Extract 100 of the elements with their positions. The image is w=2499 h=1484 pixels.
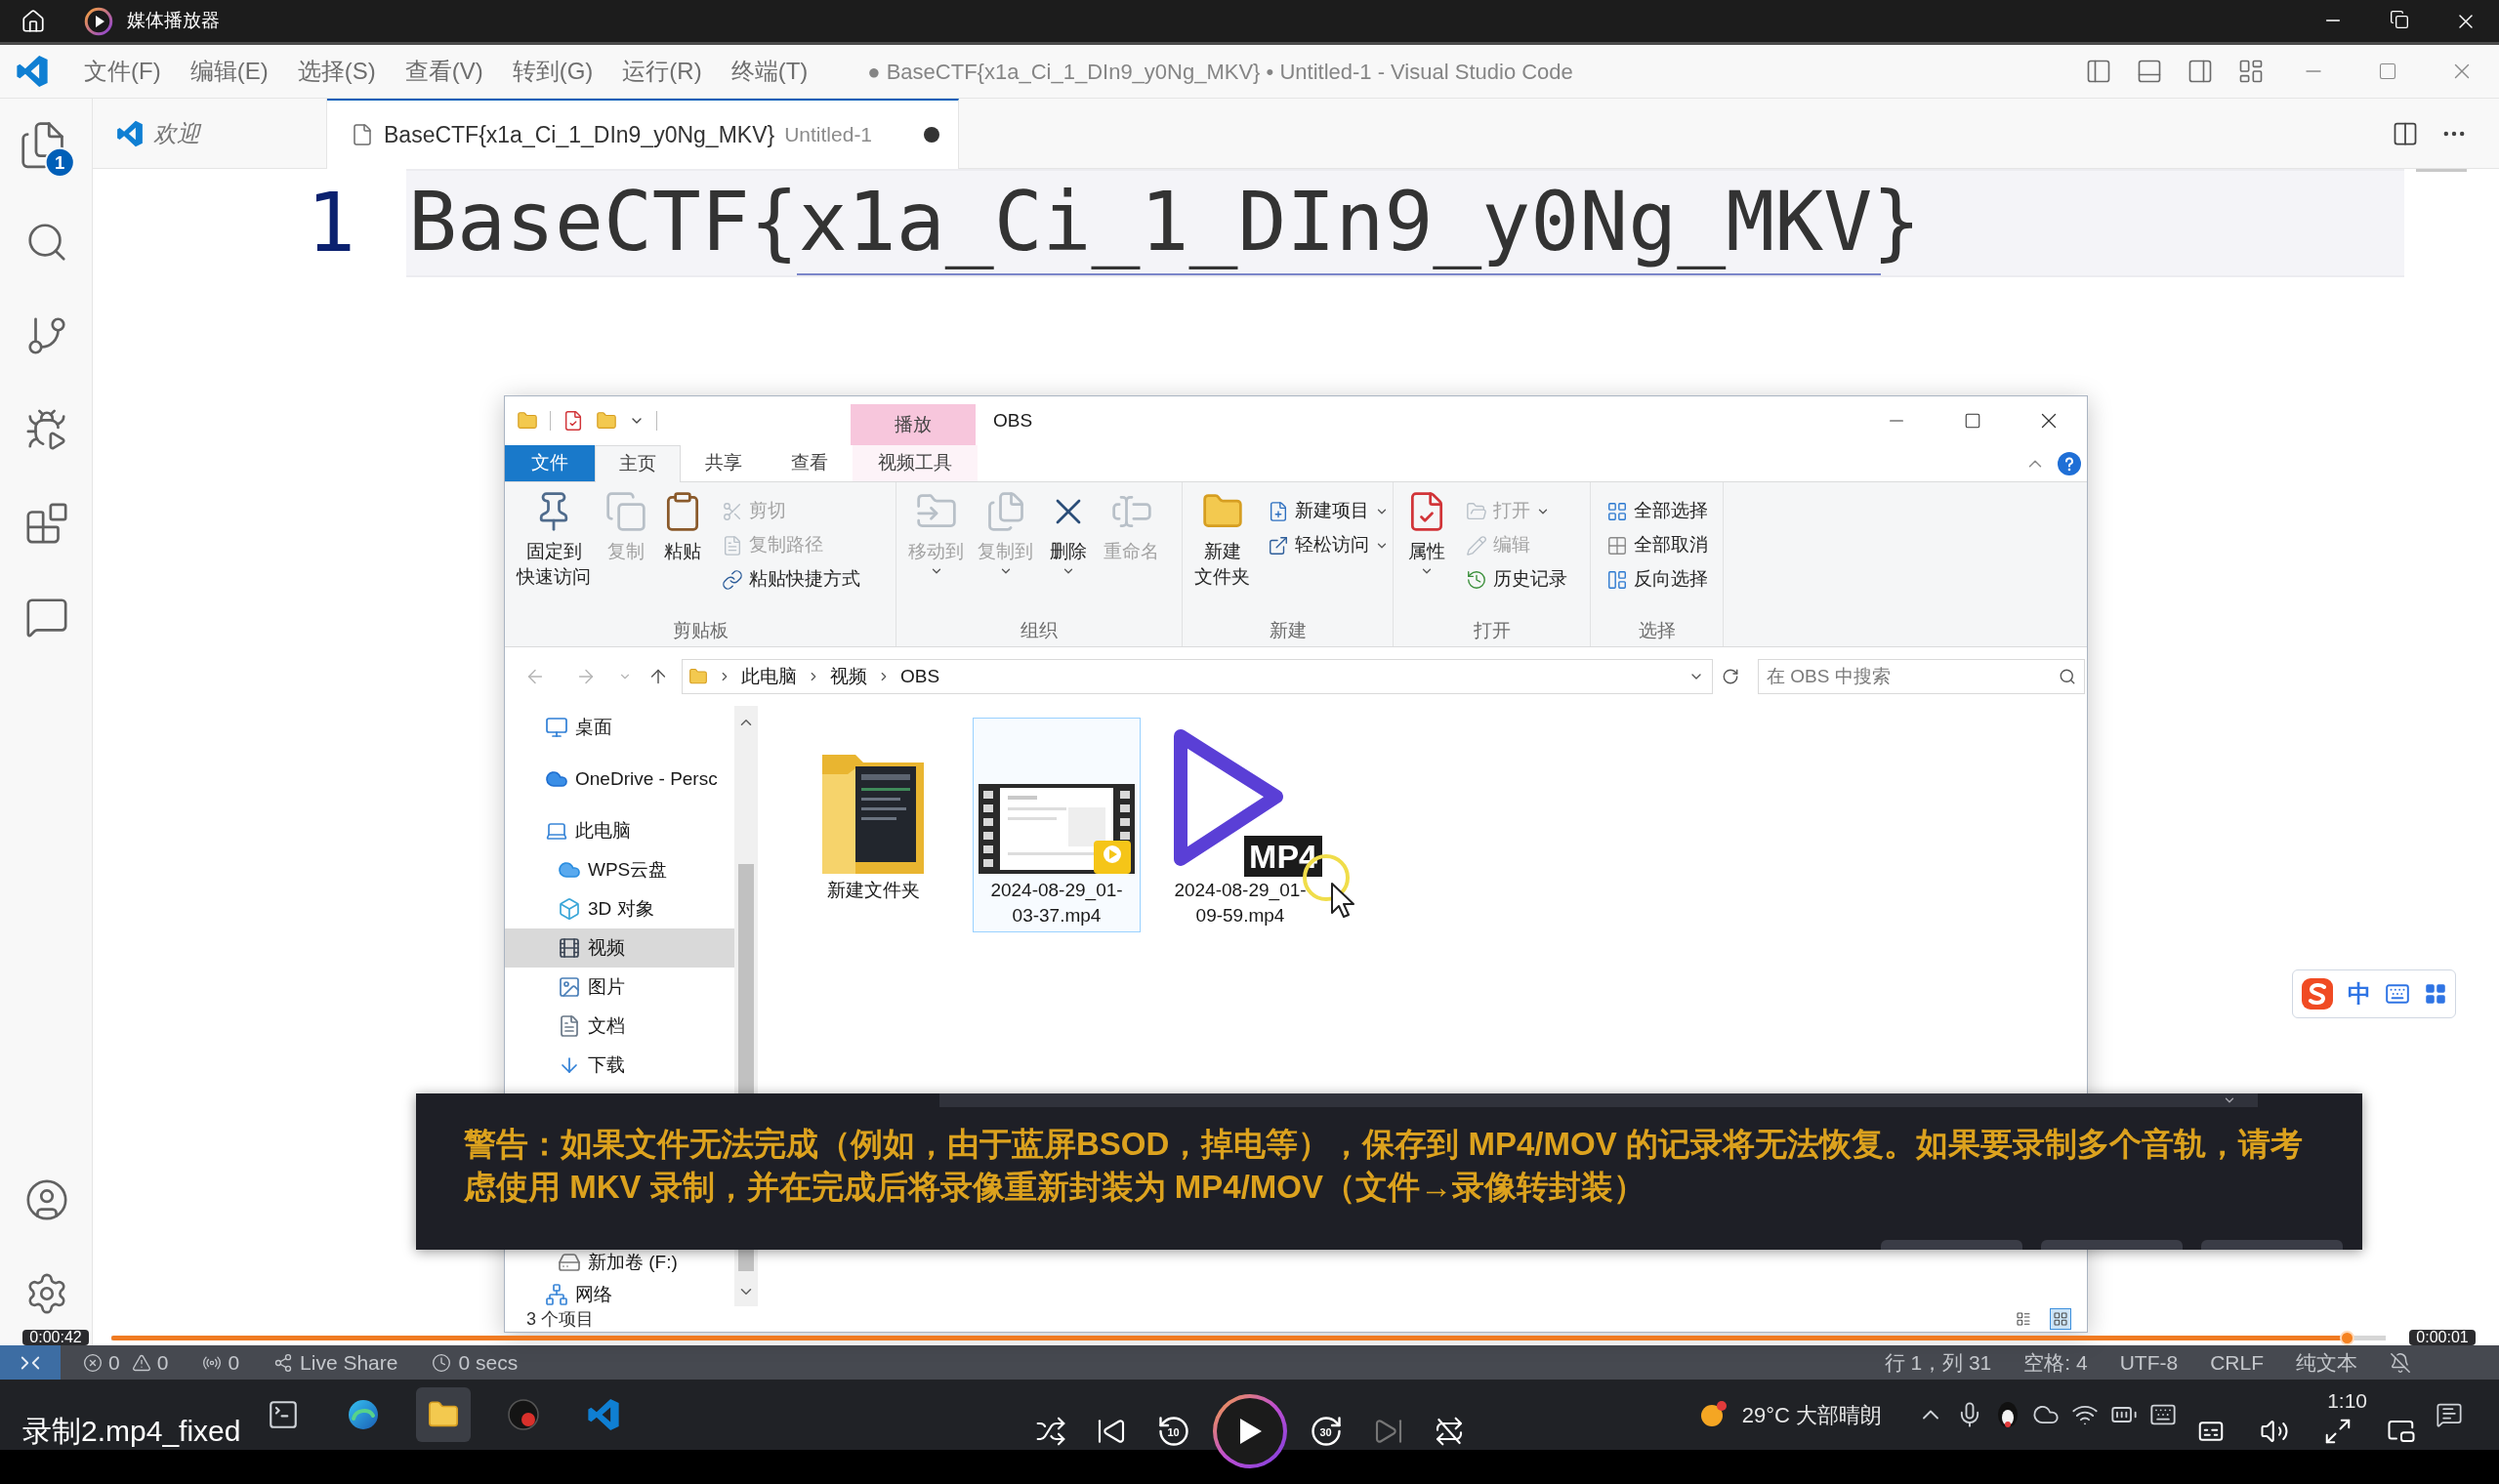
maximize-icon[interactable] bbox=[2378, 62, 2397, 81]
editor-tab[interactable]: BaseCTF{x1a_Ci_1_DIn9_y0Ng_MKV} Untitled-1 bbox=[327, 99, 959, 169]
blocks-icon[interactable] bbox=[23, 501, 69, 546]
code-text: BaseCTF{x1a_Ci_1_DIn9_y0Ng_MKV} bbox=[407, 174, 1922, 271]
ribbon-group-label: 组织 bbox=[1020, 619, 1058, 642]
nav-item[interactable]: 3D 对象 bbox=[505, 889, 734, 928]
restore-icon[interactable] bbox=[2390, 9, 2409, 29]
breadcrumb[interactable]: 视频 bbox=[830, 662, 867, 691]
ribbon-button[interactable]: 粘贴 bbox=[655, 482, 710, 564]
rewind-button[interactable]: 10 bbox=[1155, 1414, 1191, 1449]
nav-item[interactable]: 文档 bbox=[505, 1007, 734, 1046]
menu-item[interactable]: 选择(S) bbox=[282, 54, 391, 89]
nav-item[interactable]: 图片 bbox=[505, 968, 734, 1007]
menu-item[interactable]: 查看(V) bbox=[390, 54, 498, 89]
refresh-icon[interactable] bbox=[1722, 668, 1739, 685]
fast-forward-button[interactable]: 30 bbox=[1308, 1414, 1344, 1449]
document-icon bbox=[558, 1014, 581, 1038]
ribbon-button[interactable]: 属性 bbox=[1399, 482, 1454, 578]
menu-item[interactable]: 编辑(E) bbox=[175, 54, 283, 89]
live-share-status[interactable]: Live Share bbox=[273, 1346, 398, 1379]
bell-off-icon[interactable] bbox=[2390, 1351, 2411, 1374]
ribbon-button[interactable]: 固定到 快速访问 bbox=[511, 482, 597, 590]
grid-icon[interactable] bbox=[2424, 982, 2447, 1006]
notification-count: 1 bbox=[54, 152, 64, 174]
file-tab[interactable]: 文件 bbox=[505, 445, 595, 481]
status-item[interactable]: CRLF bbox=[2210, 1346, 2264, 1379]
document-icon bbox=[722, 534, 743, 556]
maximize-icon[interactable] bbox=[1964, 412, 1981, 430]
ribbon-button[interactable]: 新建 文件夹 bbox=[1188, 482, 1256, 590]
ribbon-button[interactable]: 粘贴快捷方式 bbox=[718, 562, 864, 597]
menu-item[interactable]: 转到(G) bbox=[497, 54, 608, 89]
help-icon[interactable] bbox=[2058, 451, 2081, 475]
notification-icon[interactable] bbox=[2436, 1401, 2463, 1428]
panel-right-icon[interactable] bbox=[2187, 58, 2214, 85]
ribbon-tab[interactable]: 视频工具 bbox=[853, 445, 978, 481]
large-icons-view-icon[interactable] bbox=[2050, 1308, 2071, 1330]
monitor-icon bbox=[545, 716, 568, 739]
ribbon-button[interactable]: 新建项目 bbox=[1264, 494, 1393, 528]
folder-icon[interactable] bbox=[416, 1387, 471, 1442]
ribbon-button[interactable]: 轻松访问 bbox=[1264, 528, 1393, 562]
ribbon-button[interactable]: 删除 bbox=[1041, 482, 1096, 578]
ribbon-button[interactable]: 全部选择 bbox=[1603, 494, 1712, 528]
ribbon-tab[interactable]: 共享 bbox=[681, 445, 767, 481]
address-bar[interactable]: 此电脑 视频 OBS bbox=[682, 659, 1713, 694]
nav-item[interactable]: 桌面 bbox=[505, 708, 734, 747]
remaining-time: 0:00:01 bbox=[2409, 1330, 2476, 1345]
ribbon-tab[interactable]: 主页 bbox=[595, 445, 681, 482]
file-item[interactable]: 2024-08-29_01-03-37.mp4 bbox=[973, 718, 1141, 932]
ribbon-button[interactable]: 历史记录 bbox=[1462, 562, 1571, 597]
file-check-icon[interactable] bbox=[562, 410, 584, 432]
external-link-icon bbox=[1268, 534, 1289, 556]
ribbon-button[interactable]: 反向选择 bbox=[1603, 562, 1712, 597]
breadcrumb[interactable]: OBS bbox=[900, 662, 940, 691]
menu-item[interactable]: 终端(T) bbox=[716, 54, 823, 89]
nav-item[interactable]: 视频 bbox=[505, 928, 734, 968]
ports-status[interactable]: 0 bbox=[202, 1346, 240, 1379]
problems-status[interactable]: 0 0 bbox=[83, 1346, 169, 1379]
status-item[interactable]: 行 1，列 31 bbox=[1884, 1346, 1992, 1379]
panel-bottom-icon[interactable] bbox=[2136, 58, 2163, 85]
nav-item[interactable]: 网络 bbox=[505, 1283, 734, 1306]
shuffle-icon[interactable] bbox=[1034, 1416, 1066, 1447]
app-title: 媒体播放器 bbox=[127, 9, 220, 33]
dropdown-field[interactable] bbox=[939, 1093, 2258, 1107]
status-item[interactable]: UTF-8 bbox=[2119, 1346, 2179, 1379]
weather-text[interactable]: 29°C 大部晴朗 bbox=[1741, 1398, 1883, 1431]
menu-item[interactable]: 运行(R) bbox=[607, 54, 717, 89]
layout-icon[interactable] bbox=[2237, 58, 2265, 85]
breadcrumb[interactable]: 此电脑 bbox=[741, 662, 797, 691]
ribbon-button[interactable]: 全部取消 bbox=[1603, 528, 1712, 562]
editor-logo-icon bbox=[116, 119, 144, 147]
file-item[interactable]: MP4 2024-08-29_01-09-59.mp4 bbox=[1156, 718, 1324, 932]
nav-item[interactable]: WPS云盘 bbox=[505, 850, 734, 889]
menu-item[interactable]: 文件(F) bbox=[69, 54, 176, 89]
ribbon-group-label: 选择 bbox=[1638, 619, 1676, 642]
panel-left-icon[interactable] bbox=[2085, 58, 2112, 85]
scissors-icon bbox=[722, 500, 743, 522]
remote-indicator[interactable] bbox=[0, 1345, 61, 1380]
fullscreen-icon[interactable] bbox=[2323, 1417, 2353, 1446]
share-icon bbox=[273, 1352, 294, 1373]
network-icon bbox=[545, 1283, 568, 1306]
item-count: 3 个项目 bbox=[526, 1308, 594, 1330]
search-field[interactable]: 在 OBS 中搜索 bbox=[1758, 659, 2085, 694]
ime-mode[interactable]: 中 bbox=[2348, 976, 2371, 1011]
elapsed-time: 0:00:42 bbox=[22, 1330, 89, 1345]
home-icon[interactable] bbox=[21, 8, 46, 34]
file-item[interactable]: 新建文件夹 bbox=[789, 718, 957, 932]
nav-item[interactable]: 新加卷 (F:) bbox=[505, 1251, 734, 1274]
nav-item[interactable]: 此电脑 bbox=[505, 811, 734, 850]
nav-item[interactable]: OneDrive - Persc bbox=[505, 760, 734, 799]
panel-grid-icon bbox=[1606, 568, 1628, 591]
clock-time[interactable]: 1:10 bbox=[2327, 1390, 2367, 1412]
timer-status[interactable]: 0 secs bbox=[432, 1346, 519, 1379]
ime-logo-icon[interactable] bbox=[2301, 977, 2334, 1010]
editor-tab[interactable]: 欢迎 bbox=[93, 99, 327, 169]
status-item[interactable]: 空格: 4 bbox=[2023, 1346, 2088, 1379]
grid-outline-icon bbox=[1606, 534, 1628, 556]
ribbon-tab[interactable]: 查看 bbox=[767, 445, 853, 481]
nav-item[interactable]: 下载 bbox=[505, 1046, 734, 1085]
status-item[interactable]: 纯文本 bbox=[2296, 1346, 2357, 1379]
search-icon[interactable] bbox=[2059, 668, 2076, 685]
